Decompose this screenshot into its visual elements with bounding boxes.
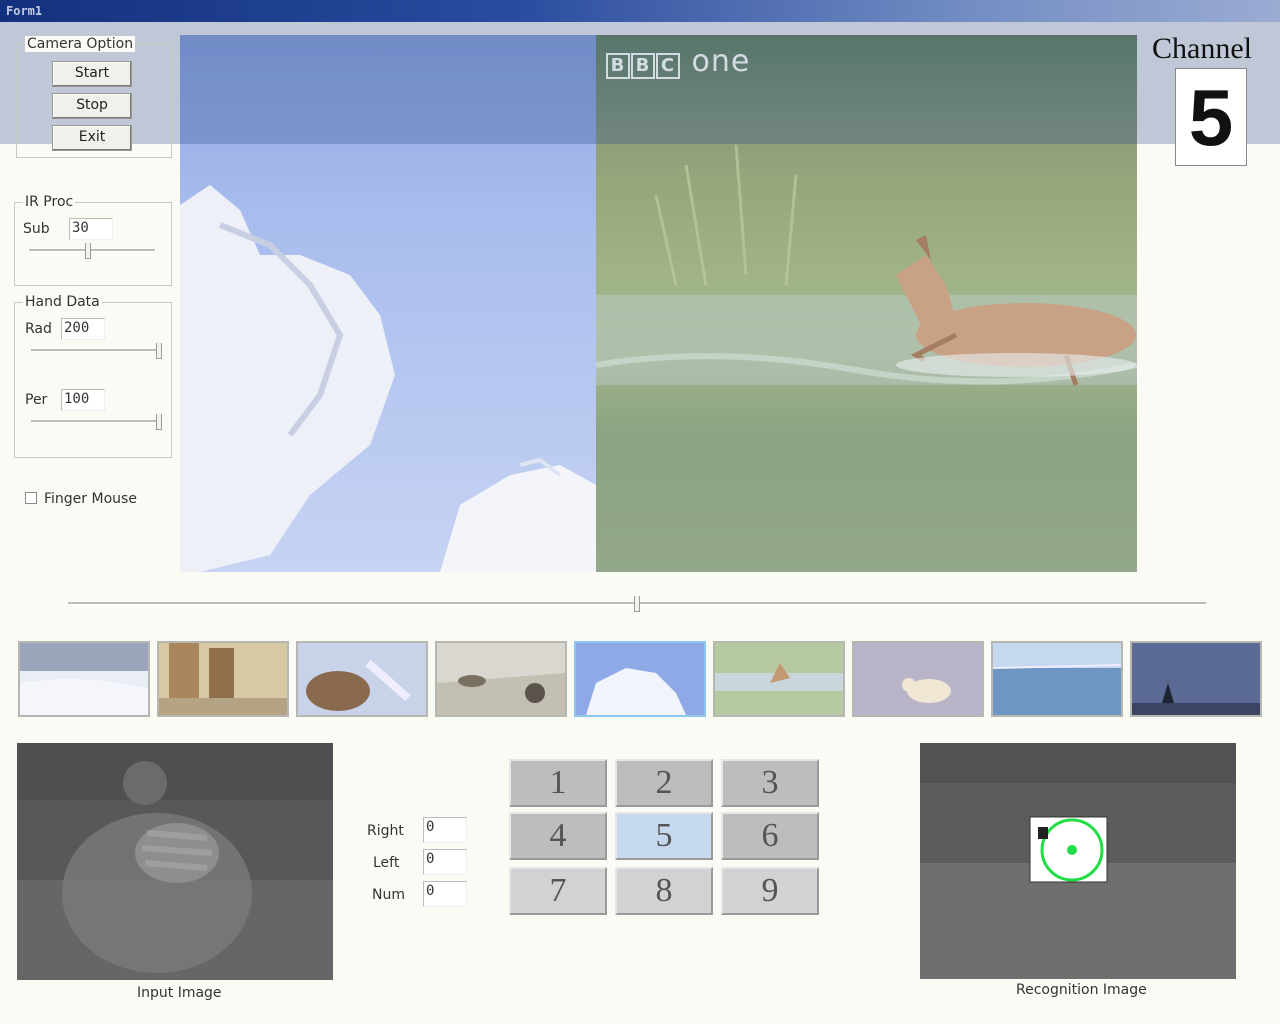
channel-number: 5 <box>1175 68 1247 166</box>
thumbnail-bear-fishing[interactable] <box>296 641 428 717</box>
per-slider-track[interactable] <box>31 420 159 423</box>
keypad-key-8[interactable]: 8 <box>615 867 713 915</box>
thumbnail-night-sky-tree[interactable] <box>1130 641 1262 717</box>
ir-proc-title: IR Proc <box>23 194 76 210</box>
sub-slider-thumb[interactable] <box>85 243 92 259</box>
right-label: Right <box>367 823 404 839</box>
rad-slider-track[interactable] <box>31 349 159 352</box>
thumbnail-canyon-cliffs[interactable] <box>157 641 289 717</box>
num-label: Num <box>372 887 405 903</box>
finger-mouse-checkbox[interactable] <box>25 492 37 504</box>
hand-data-title: Hand Data <box>23 294 102 310</box>
rad-slider-thumb[interactable] <box>156 343 162 359</box>
recognition-feed <box>920 743 1236 979</box>
num-value-field[interactable]: 0 <box>423 881 467 907</box>
stop-button[interactable]: Stop <box>52 93 132 119</box>
per-label: Per <box>25 392 48 408</box>
keypad-key-2[interactable]: 2 <box>615 759 713 807</box>
input-image <box>17 743 333 980</box>
exit-button[interactable]: Exit <box>52 125 132 151</box>
recognition-image <box>920 743 1236 979</box>
rad-label: Rad <box>25 321 52 337</box>
keypad-key-1[interactable]: 1 <box>509 759 607 807</box>
keypad-key-3[interactable]: 3 <box>721 759 819 807</box>
left-label: Left <box>373 855 400 871</box>
thumbnail-grassland-animal[interactable] <box>435 641 567 717</box>
finger-mouse-label: Finger Mouse <box>44 491 137 507</box>
input-image-caption: Input Image <box>137 985 222 1001</box>
keypad-key-9[interactable]: 9 <box>721 867 819 915</box>
keypad-key-5[interactable]: 5 <box>615 812 713 860</box>
hand-data-group: Hand Data Rad 200 Per 100 <box>14 294 172 458</box>
keypad-key-7[interactable]: 7 <box>509 867 607 915</box>
camera-option-title: Camera Option <box>25 36 136 52</box>
channel-label: Channel <box>1152 32 1252 65</box>
logo-text: one <box>691 44 751 79</box>
sub-label: Sub <box>23 221 50 237</box>
right-value-field[interactable]: 0 <box>423 817 467 843</box>
timeline-slider-thumb[interactable] <box>634 596 640 612</box>
channel-logo: BBC one <box>606 44 750 79</box>
left-value-field[interactable]: 0 <box>423 849 467 875</box>
sub-field[interactable]: 30 <box>69 218 113 240</box>
start-button[interactable]: Start <box>52 61 132 87</box>
sub-slider-track[interactable] <box>29 249 155 252</box>
thumbnail-leaping-antelope[interactable] <box>713 641 845 717</box>
rad-field[interactable]: 200 <box>61 318 105 340</box>
thumbnail-iceberg[interactable] <box>574 641 706 717</box>
per-field[interactable]: 100 <box>61 389 105 411</box>
hand-center-marker <box>1067 845 1077 855</box>
thumbnail-ocean-horizon[interactable] <box>991 641 1123 717</box>
thumbnail-polar-bear-shallows[interactable] <box>852 641 984 717</box>
camera-option-group: Camera Option Start Stop Exit <box>16 36 172 158</box>
ir-proc-group: IR Proc Sub 30 <box>14 194 172 286</box>
per-slider-thumb[interactable] <box>156 414 162 430</box>
input-camera-feed <box>17 743 333 980</box>
keypad-key-6[interactable]: 6 <box>721 812 819 860</box>
recognition-image-caption: Recognition Image <box>1016 982 1147 998</box>
thumbnail-snowy-landscape[interactable] <box>18 641 150 717</box>
keypad-key-4[interactable]: 4 <box>509 812 607 860</box>
